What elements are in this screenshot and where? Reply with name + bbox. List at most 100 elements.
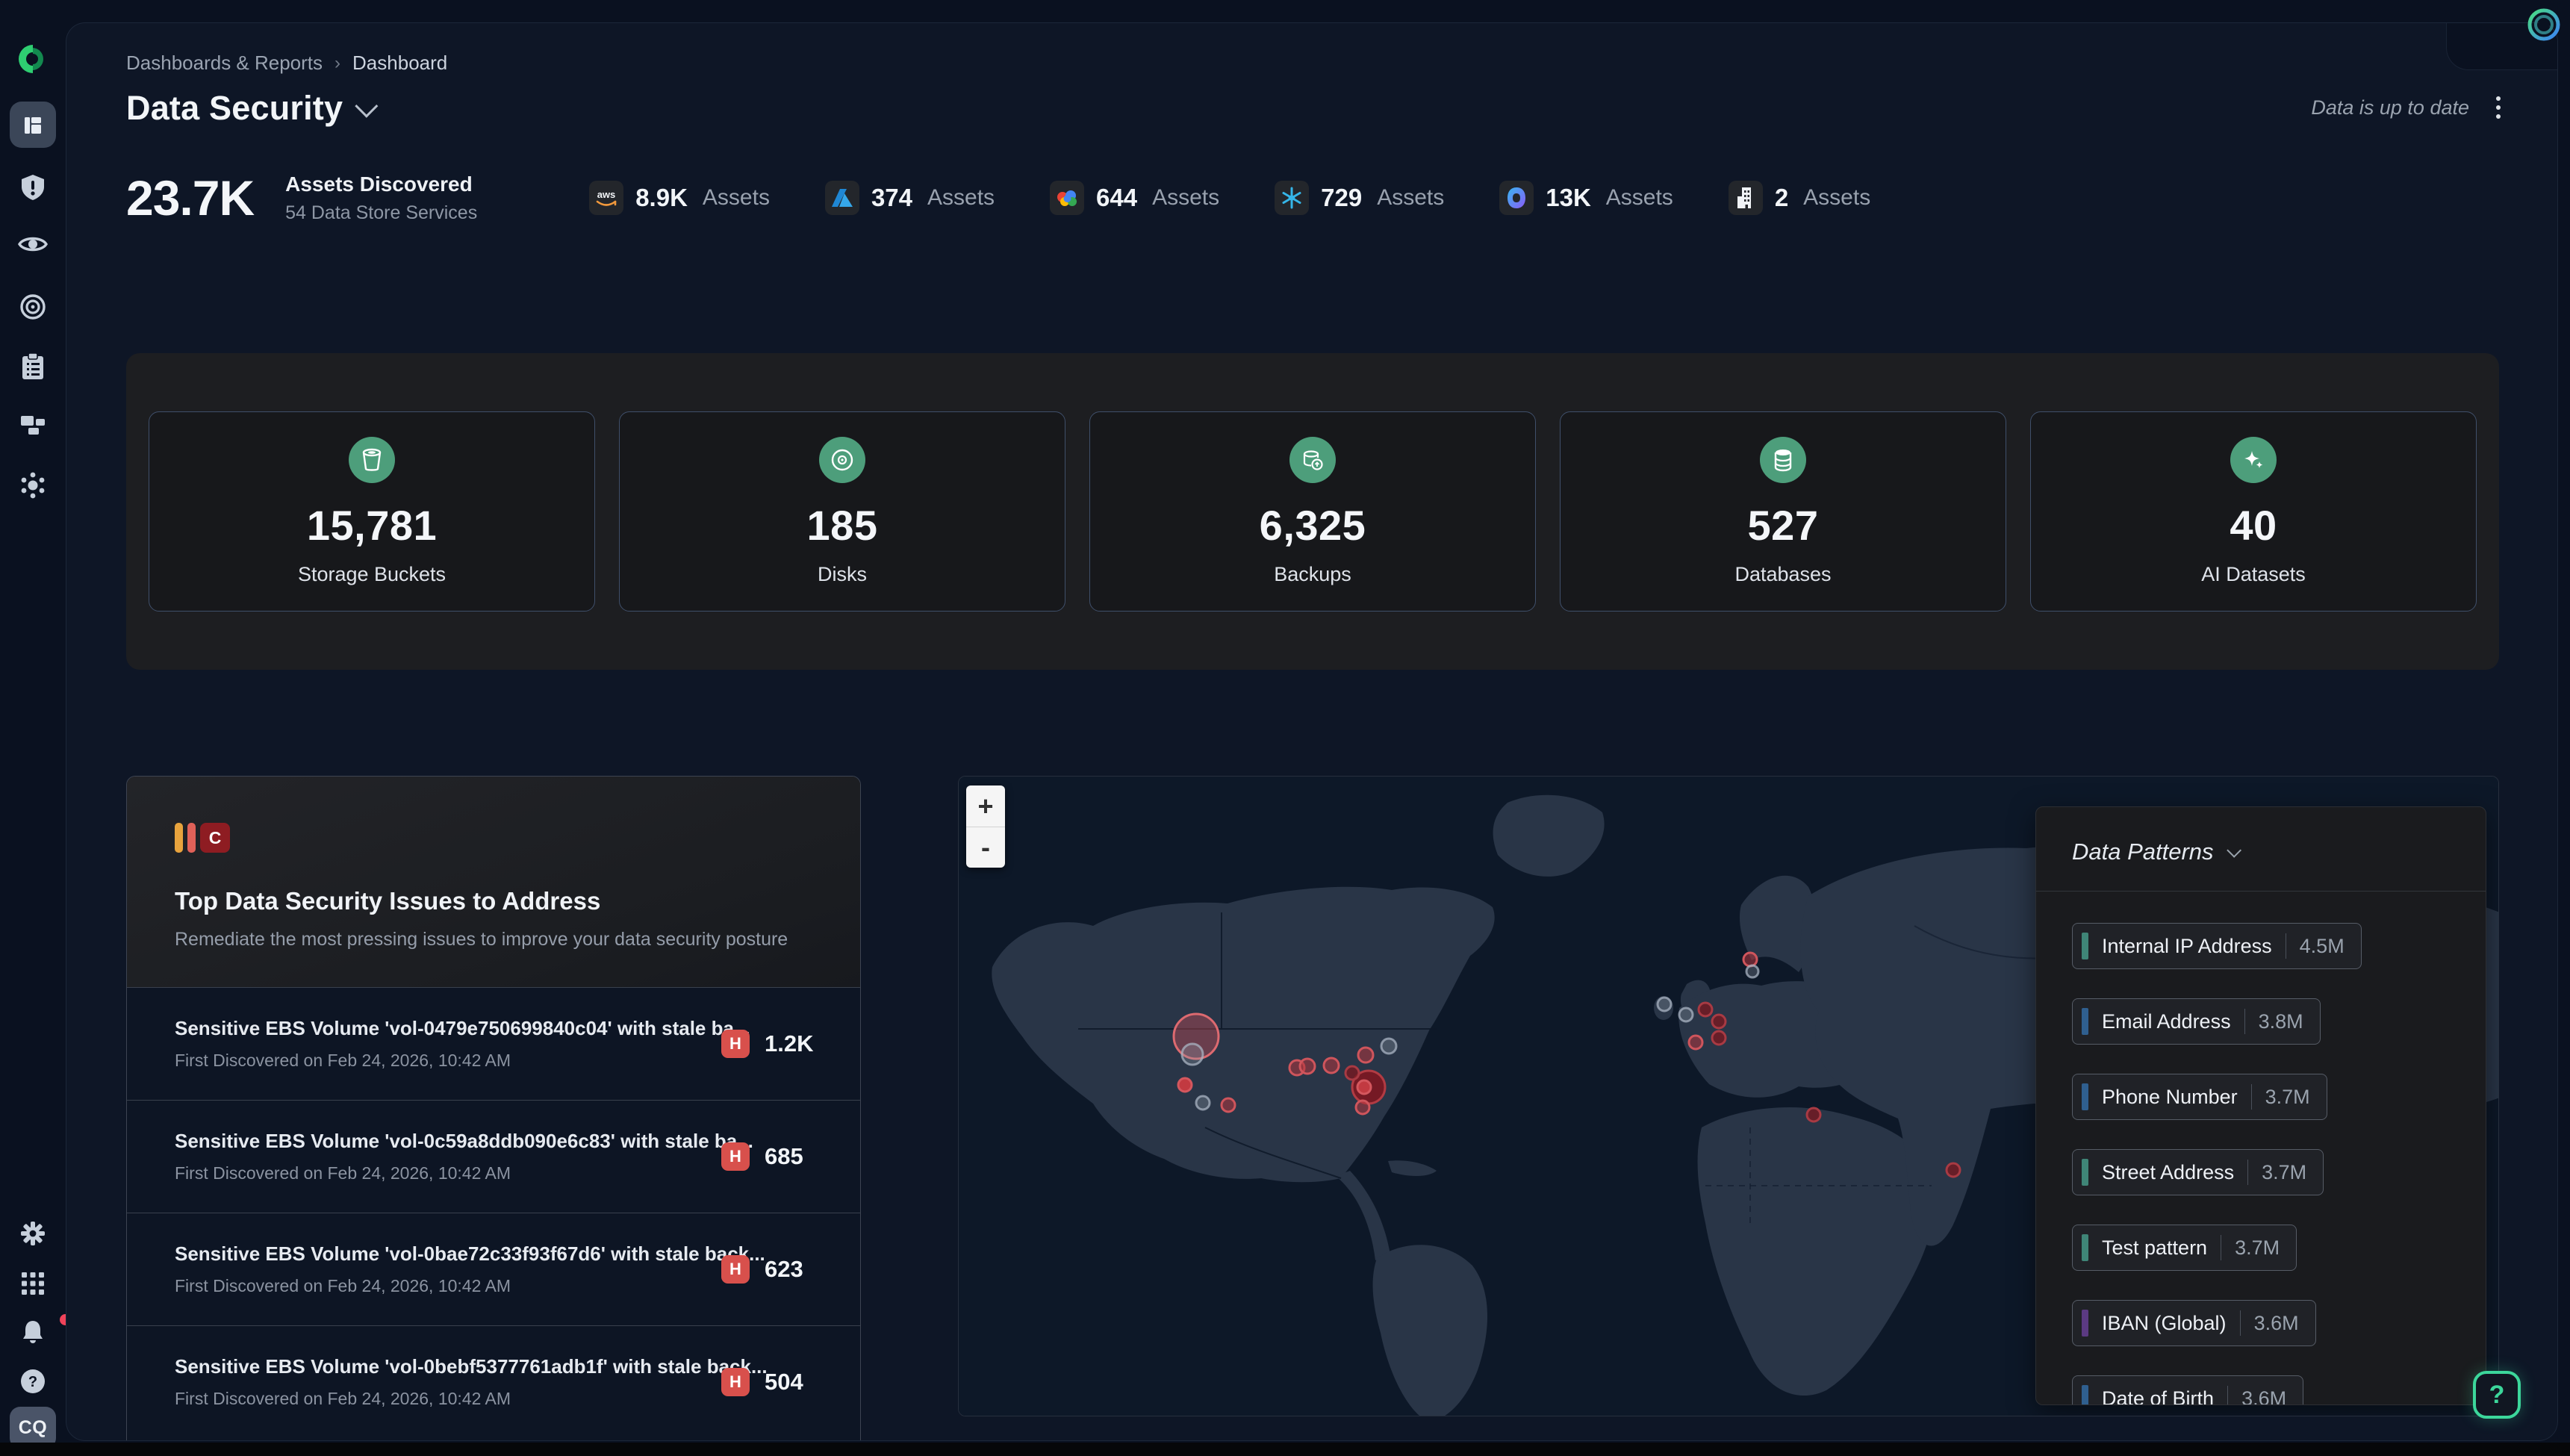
svg-text:aws: aws bbox=[597, 189, 616, 200]
issue-count: 685 bbox=[765, 1143, 821, 1170]
ai-sparkle-icon bbox=[2230, 437, 2277, 483]
assets-summary: 23.7K Assets Discovered 54 Data Store Se… bbox=[126, 169, 1870, 226]
sidebar-item-policies[interactable] bbox=[21, 352, 45, 381]
map-data-point[interactable] bbox=[1381, 1039, 1396, 1054]
stat-card-storage-buckets[interactable]: 15,781 Storage Buckets bbox=[149, 411, 595, 612]
map-data-point[interactable] bbox=[1658, 998, 1671, 1011]
blocks-icon bbox=[19, 412, 47, 438]
map-data-point[interactable] bbox=[1357, 1080, 1371, 1094]
storage-buckets-value: 15,781 bbox=[307, 501, 437, 550]
map-data-point[interactable] bbox=[1689, 1036, 1702, 1049]
map-data-point[interactable] bbox=[1345, 1066, 1359, 1080]
issue-row[interactable]: Sensitive EBS Volume 'vol-0bae72c33f93f6… bbox=[127, 1213, 860, 1325]
data-pattern-pill[interactable]: Street Address 3.7M bbox=[2072, 1149, 2324, 1195]
more-options-button[interactable] bbox=[2492, 92, 2505, 123]
map-zoom-control: + - bbox=[966, 785, 1005, 868]
help-button[interactable]: ? bbox=[2473, 1371, 2521, 1419]
pattern-divider bbox=[2244, 1009, 2245, 1034]
provider-azure[interactable]: 374 Assets bbox=[825, 181, 995, 215]
issue-row[interactable]: Sensitive EBS Volume 'vol-0c59a8ddb090e6… bbox=[127, 1100, 860, 1213]
status-row: Data is up to date bbox=[2311, 92, 2505, 123]
map-zoom-out-button[interactable]: - bbox=[966, 827, 1005, 868]
sidebar-item-inventory[interactable] bbox=[19, 412, 47, 438]
stat-card-disks[interactable]: 185 Disks bbox=[619, 411, 1065, 612]
storage-bucket-icon bbox=[349, 437, 395, 483]
provider-aws[interactable]: aws 8.9K Assets bbox=[589, 181, 770, 215]
sidebar-item-dashboards[interactable] bbox=[10, 102, 56, 148]
map-data-point[interactable] bbox=[1947, 1163, 1960, 1177]
map-data-point[interactable] bbox=[1743, 953, 1757, 966]
provider-snowflake[interactable]: 729 Assets bbox=[1275, 181, 1444, 215]
storage-buckets-label: Storage Buckets bbox=[298, 563, 446, 586]
pattern-accent-bar bbox=[2082, 1310, 2088, 1337]
brand-logo-icon[interactable] bbox=[16, 42, 50, 76]
issue-count: 623 bbox=[765, 1256, 821, 1283]
stat-card-databases[interactable]: 527 Databases bbox=[1560, 411, 2006, 612]
map-data-point[interactable] bbox=[1699, 1003, 1712, 1016]
map-data-point[interactable] bbox=[1324, 1058, 1339, 1073]
pattern-count: 3.7M bbox=[2265, 1086, 2310, 1109]
issue-discovered-date: First Discovered on Feb 24, 2026, 10:42 … bbox=[175, 1163, 721, 1183]
settings-button[interactable] bbox=[19, 1220, 46, 1247]
stat-card-backups[interactable]: 6,325 Backups bbox=[1089, 411, 1536, 612]
microsoft-365-count: 13K bbox=[1546, 184, 1591, 212]
data-pattern-pill[interactable]: Date of Birth 3.6M bbox=[2072, 1375, 2303, 1405]
map-data-point[interactable] bbox=[1807, 1108, 1820, 1121]
map-data-point[interactable] bbox=[1712, 1031, 1726, 1045]
geo-map-panel: + - Data Patterns Internal IP Address 4.… bbox=[958, 776, 2499, 1416]
data-pattern-pill[interactable]: Email Address 3.8M bbox=[2072, 998, 2321, 1045]
severity-high-badge: H bbox=[721, 1368, 750, 1396]
provider-on-premises[interactable]: 2 Assets bbox=[1729, 181, 1870, 215]
sidebar-item-integrations[interactable] bbox=[18, 470, 48, 500]
issue-row[interactable]: Sensitive EBS Volume 'vol-0bebf5377761ad… bbox=[127, 1325, 860, 1438]
data-pattern-pill[interactable]: Test pattern 3.7M bbox=[2072, 1225, 2297, 1271]
data-pattern-pill[interactable]: IBAN (Global) 3.6M bbox=[2072, 1300, 2316, 1346]
data-pattern-pill[interactable]: Internal IP Address 4.5M bbox=[2072, 923, 2362, 969]
stat-card-ai-datasets[interactable]: 40 AI Datasets bbox=[2030, 411, 2477, 612]
map-zoom-in-button[interactable]: + bbox=[966, 785, 1005, 827]
breadcrumb: Dashboards & Reports › Dashboard bbox=[126, 52, 447, 75]
notifications-button[interactable] bbox=[0, 1319, 66, 1345]
map-data-point[interactable] bbox=[1178, 1078, 1192, 1092]
sidebar-item-issues[interactable] bbox=[19, 173, 46, 202]
data-pattern-pill[interactable]: Phone Number 3.7M bbox=[2072, 1074, 2327, 1120]
map-data-point[interactable] bbox=[1679, 1008, 1693, 1021]
database-icon bbox=[1760, 437, 1806, 483]
pattern-count: 3.8M bbox=[2259, 1010, 2303, 1033]
help-menu-button[interactable]: ? bbox=[19, 1368, 46, 1395]
sidebar-item-visibility[interactable] bbox=[18, 234, 48, 254]
map-data-point[interactable] bbox=[1196, 1096, 1210, 1110]
apps-menu-button[interactable] bbox=[20, 1271, 46, 1296]
chevron-down-icon bbox=[355, 95, 379, 118]
breadcrumb-section[interactable]: Dashboards & Reports bbox=[126, 52, 323, 75]
dashboard-icon bbox=[20, 112, 46, 137]
severity-high-badge: H bbox=[721, 1255, 750, 1284]
map-data-point[interactable] bbox=[1356, 1101, 1369, 1114]
provider-microsoft-365[interactable]: 13K Assets bbox=[1499, 181, 1673, 215]
breadcrumb-current: Dashboard bbox=[352, 52, 447, 75]
map-data-point[interactable] bbox=[1300, 1059, 1315, 1074]
pattern-accent-bar bbox=[2082, 1234, 2088, 1261]
snowflake-icon bbox=[1275, 181, 1309, 215]
pattern-divider bbox=[2240, 1310, 2241, 1336]
provider-google-cloud[interactable]: 644 Assets bbox=[1050, 181, 1219, 215]
page-title: Data Security bbox=[126, 89, 343, 128]
chevron-down-icon bbox=[2227, 843, 2241, 858]
dashboard-selector[interactable]: Data Security bbox=[126, 89, 373, 128]
provider-counts: aws 8.9K Assets 374 bbox=[589, 181, 1870, 215]
sidebar-item-detections[interactable] bbox=[19, 293, 47, 321]
snowflake-count: 729 bbox=[1321, 184, 1362, 212]
issue-discovered-date: First Discovered on Feb 24, 2026, 10:42 … bbox=[175, 1389, 721, 1409]
pattern-label: Date of Birth bbox=[2102, 1387, 2214, 1406]
issue-discovered-date: First Discovered on Feb 24, 2026, 10:42 … bbox=[175, 1276, 721, 1296]
issue-row[interactable]: Sensitive EBS Volume 'vol-0479e750699840… bbox=[127, 987, 860, 1100]
map-data-point[interactable] bbox=[1746, 965, 1758, 977]
databases-value: 527 bbox=[1748, 501, 1819, 550]
data-patterns-header[interactable]: Data Patterns bbox=[2036, 807, 2486, 892]
map-data-point[interactable] bbox=[1358, 1048, 1373, 1063]
map-data-point[interactable] bbox=[1222, 1098, 1235, 1112]
google-cloud-icon bbox=[1050, 181, 1084, 215]
map-data-point[interactable] bbox=[1182, 1044, 1203, 1065]
issue-title: Sensitive EBS Volume 'vol-0bebf5377761ad… bbox=[175, 1355, 721, 1378]
map-data-point[interactable] bbox=[1712, 1015, 1726, 1028]
